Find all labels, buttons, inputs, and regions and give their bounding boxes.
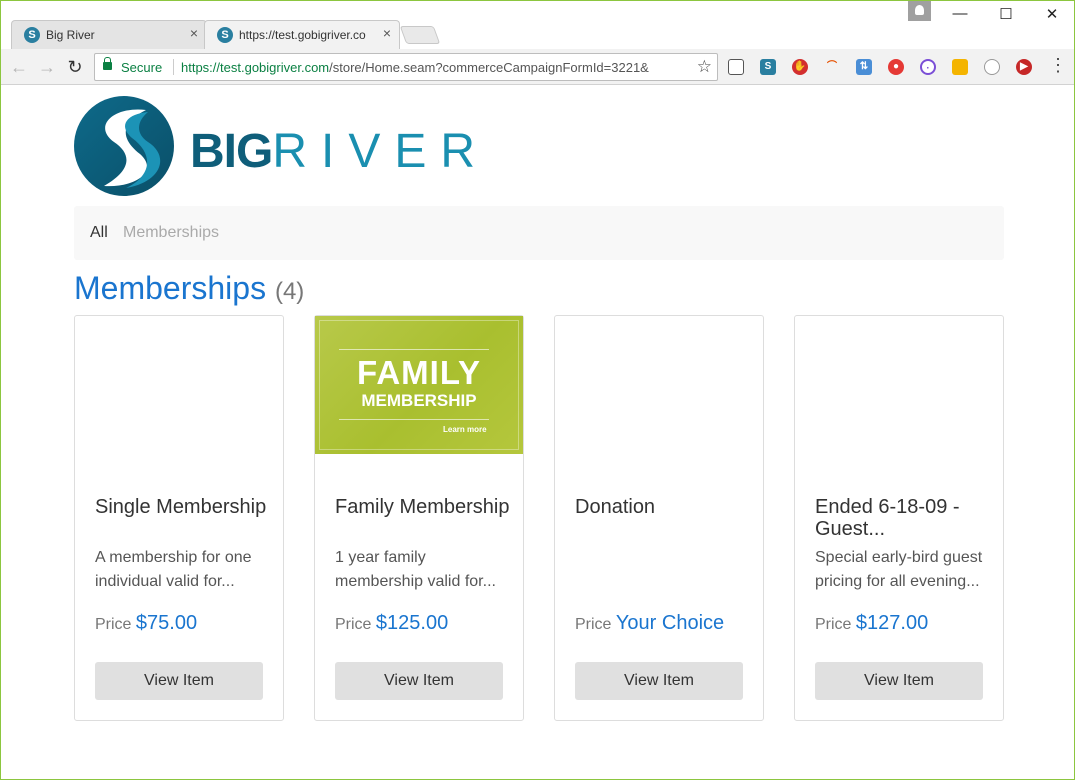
heading-title: Memberships bbox=[74, 270, 267, 306]
color-picker-icon[interactable]: ● bbox=[888, 59, 904, 75]
view-item-button[interactable]: View Item bbox=[95, 662, 263, 700]
reload-icon[interactable]: ↻ bbox=[63, 55, 87, 79]
lock-icon bbox=[103, 57, 112, 70]
forward-arrow-icon[interactable]: → bbox=[35, 55, 59, 79]
view-item-button[interactable]: View Item bbox=[815, 662, 983, 700]
price-value: $127.00 bbox=[855, 612, 929, 634]
chrome-menu-icon[interactable]: ⋮ bbox=[1049, 55, 1067, 76]
image-subheadline: MEMBERSHIP bbox=[361, 391, 477, 410]
logo-wordmark: BIGRIVER bbox=[190, 124, 489, 179]
close-window-button[interactable]: ✕ bbox=[1032, 5, 1072, 23]
page-title: Memberships (4) bbox=[74, 270, 304, 307]
tab-big-river[interactable]: S Big River × bbox=[11, 20, 207, 49]
view-item-button[interactable]: View Item bbox=[335, 662, 503, 700]
nav-item-all[interactable]: All bbox=[90, 224, 108, 242]
close-tab-icon[interactable]: × bbox=[383, 25, 391, 41]
browser-toolbar: ← → ↻ Secure https://test.gobigriver.com… bbox=[1, 49, 1074, 85]
big-river-logo[interactable]: BIGRIVER bbox=[74, 96, 475, 196]
price-label: Price bbox=[815, 616, 852, 633]
close-tab-icon[interactable]: × bbox=[190, 25, 198, 41]
image-rule bbox=[339, 419, 489, 420]
clock-extension-icon[interactable] bbox=[984, 59, 1000, 75]
cast-icon[interactable] bbox=[728, 59, 744, 75]
profile-icon[interactable] bbox=[908, 1, 931, 21]
card-image-placeholder bbox=[555, 316, 763, 454]
adblock-icon[interactable]: ✋ bbox=[792, 59, 808, 75]
card-title[interactable]: Ended 6-18-09 - Guest... bbox=[815, 496, 990, 540]
price-value: Your Choice bbox=[615, 612, 725, 634]
price-label: Price bbox=[575, 616, 612, 633]
price-row: Price Your Choice bbox=[575, 612, 724, 635]
url-host: https://test.gobigriver.com bbox=[181, 60, 330, 75]
big-river-favicon-icon: S bbox=[24, 27, 40, 43]
price-value: $75.00 bbox=[135, 612, 198, 634]
store-page: BIGRIVER All Memberships Memberships (4)… bbox=[1, 86, 1074, 779]
url-path: /store/Home.seam?commerceCampaignFormId=… bbox=[329, 60, 649, 75]
back-arrow-icon[interactable]: ← bbox=[7, 55, 31, 79]
image-rule bbox=[339, 349, 489, 350]
play-extension-icon[interactable]: ▶ bbox=[1016, 59, 1032, 75]
card-title[interactable]: Family Membership bbox=[335, 496, 510, 518]
image-headline: FAMILY bbox=[357, 354, 481, 391]
big-river-logo-mark-icon bbox=[74, 96, 174, 196]
chat-extension-icon[interactable] bbox=[952, 59, 968, 75]
product-card-family-membership: FAMILY MEMBERSHIP Learn more Family Memb… bbox=[314, 315, 524, 721]
rainbow-extension-icon[interactable]: ⌒ bbox=[824, 59, 840, 75]
product-card-single-membership: Single Membership A membership for one i… bbox=[74, 315, 284, 721]
card-description: Special early-bird guest pricing for all… bbox=[815, 549, 983, 590]
tab-active-store[interactable]: S https://test.gobigriver.co × bbox=[204, 20, 400, 49]
card-image-placeholder bbox=[795, 316, 1003, 454]
price-value: $125.00 bbox=[375, 612, 449, 634]
minimize-button[interactable]: — bbox=[940, 5, 980, 22]
price-row: Price $125.00 bbox=[335, 612, 448, 635]
image-learn-more: Learn more bbox=[443, 425, 487, 434]
item-count: (4) bbox=[274, 278, 305, 305]
url-text[interactable]: https://test.gobigriver.com/store/Home.s… bbox=[181, 60, 681, 75]
translate-extension-icon[interactable]: ⇅ bbox=[856, 59, 872, 75]
big-river-extension-icon[interactable]: S bbox=[760, 59, 776, 75]
price-label: Price bbox=[335, 616, 372, 633]
big-river-favicon-icon: S bbox=[217, 27, 233, 43]
card-title[interactable]: Single Membership bbox=[95, 496, 270, 518]
maximize-button[interactable]: ☐ bbox=[986, 5, 1026, 23]
category-nav: All Memberships bbox=[74, 206, 1004, 260]
new-tab-button[interactable] bbox=[399, 26, 441, 44]
tab-title: https://test.gobigriver.co bbox=[239, 28, 366, 42]
price-row: Price $127.00 bbox=[815, 612, 928, 635]
family-membership-image[interactable]: FAMILY MEMBERSHIP Learn more bbox=[315, 316, 523, 454]
tab-title: Big River bbox=[46, 28, 95, 42]
card-description: A membership for one individual valid fo… bbox=[95, 549, 252, 590]
product-card-donation: Donation Price Your Choice View Item bbox=[554, 315, 764, 721]
secure-label: Secure bbox=[121, 60, 163, 75]
title-bar: S Big River × S https://test.gobigriver.… bbox=[1, 1, 1074, 49]
card-description: 1 year family membership valid for... bbox=[335, 549, 496, 590]
price-row: Price $75.00 bbox=[95, 612, 197, 635]
target-extension-icon[interactable]: · bbox=[920, 59, 936, 75]
divider bbox=[173, 59, 174, 75]
card-title[interactable]: Donation bbox=[575, 496, 750, 518]
card-image-placeholder bbox=[75, 316, 283, 454]
price-label: Price bbox=[95, 616, 132, 633]
address-bar[interactable]: Secure https://test.gobigriver.com/store… bbox=[94, 53, 718, 81]
view-item-button[interactable]: View Item bbox=[575, 662, 743, 700]
bookmark-star-icon[interactable]: ☆ bbox=[697, 57, 712, 77]
logo-big: BIG bbox=[190, 125, 273, 178]
nav-item-memberships[interactable]: Memberships bbox=[123, 224, 219, 242]
logo-river: RIVER bbox=[272, 125, 490, 178]
product-card-guest-pricing: Ended 6-18-09 - Guest... Special early-b… bbox=[794, 315, 1004, 721]
browser-window: S Big River × S https://test.gobigriver.… bbox=[0, 0, 1075, 780]
